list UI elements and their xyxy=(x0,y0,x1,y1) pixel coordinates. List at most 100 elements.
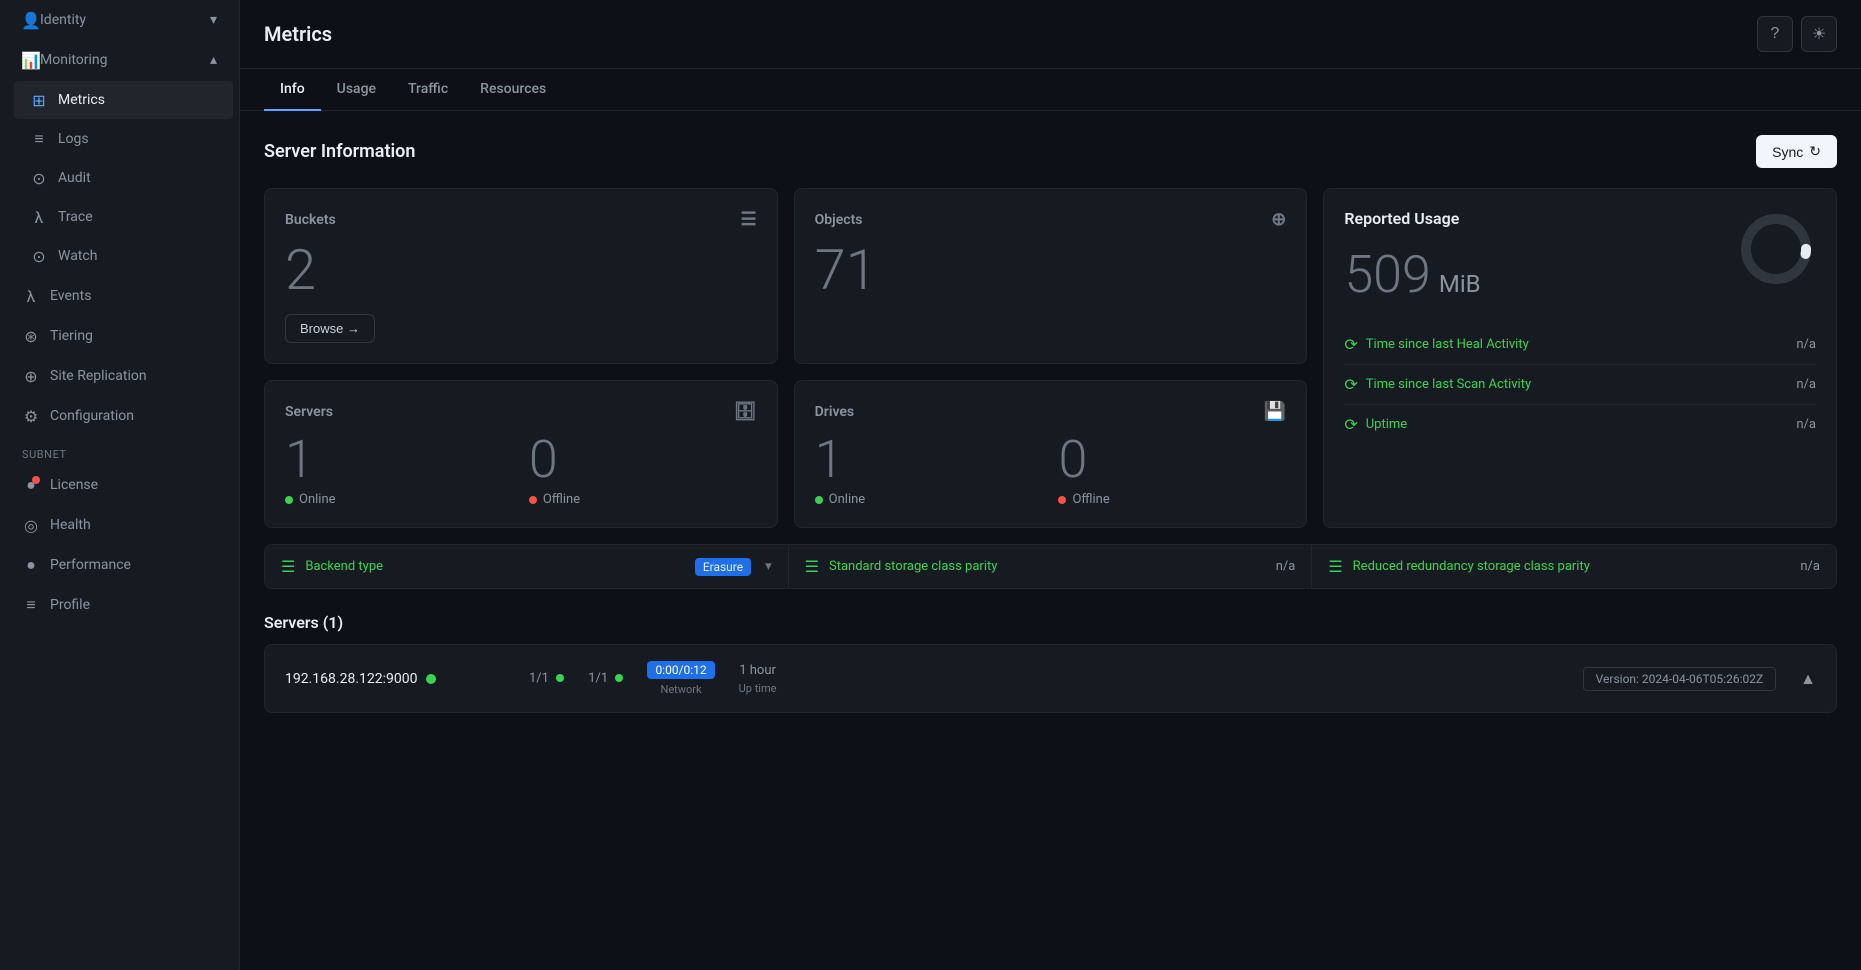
servers-offline-label: Offline xyxy=(529,492,757,507)
server-network-label: Network xyxy=(660,683,701,696)
servers-stats: 1 Online 0 Offline xyxy=(285,434,757,507)
backend-type-row: ☰ Backend type Erasure ▾ xyxy=(265,545,789,588)
tab-usage[interactable]: Usage xyxy=(321,69,392,111)
sidebar-item-audit[interactable]: ⊙ Audit xyxy=(14,159,233,197)
reported-usage-card: Reported Usage 509 MiB ⟳ xyxy=(1323,188,1837,528)
sidebar-item-metrics[interactable]: ⊞ Metrics xyxy=(14,81,233,119)
sidebar-item-trace[interactable]: λ Trace xyxy=(14,198,233,236)
sidebar-health-label: Health xyxy=(50,517,217,533)
scan-icon: ⟳ xyxy=(1344,375,1357,394)
sidebar-tiering-label: Tiering xyxy=(50,328,217,344)
site-replication-icon: ⊕ xyxy=(22,367,40,385)
drives-icon: 💾 xyxy=(1264,401,1286,422)
tab-traffic[interactable]: Traffic xyxy=(392,69,464,111)
sidebar-item-license[interactable]: ● License xyxy=(6,466,233,504)
reported-value: 509 xyxy=(1344,244,1431,305)
drives-card: Drives 💾 1 Online 0 xyxy=(794,380,1308,528)
drives-status-dot xyxy=(556,674,564,682)
reduced-parity-icon: ☰ xyxy=(1328,557,1342,576)
donut-chart-container xyxy=(1736,209,1816,293)
drives-online-stat: 1 Online xyxy=(815,434,1043,507)
sidebar-item-site-replication[interactable]: ⊕ Site Replication xyxy=(6,357,233,395)
backend-type-label: Backend type xyxy=(305,559,684,574)
logs-icon: ≡ xyxy=(30,130,48,148)
servers-title-text: Servers xyxy=(285,404,333,420)
servers-section-title: Servers (1) xyxy=(264,613,1837,632)
drives-offline-stat: 0 Offline xyxy=(1058,434,1286,507)
browse-button[interactable]: Browse → xyxy=(285,314,375,343)
standard-parity-icon: ☰ xyxy=(805,557,819,576)
help-button[interactable]: ? xyxy=(1757,16,1793,52)
heal-icon: ⟳ xyxy=(1344,335,1357,354)
audit-icon: ⊙ xyxy=(30,169,48,187)
sidebar-performance-label: Performance xyxy=(50,557,217,573)
sync-button[interactable]: Sync ↻ xyxy=(1756,135,1837,168)
monitoring-submenu: ⊞ Metrics ≡ Logs ⊙ Audit λ Trace ⊙ Watch xyxy=(0,80,239,276)
sidebar-events-label: Events xyxy=(50,288,217,304)
tab-resources[interactable]: Resources xyxy=(464,69,562,111)
buckets-card: Buckets ☰ 2 Browse → xyxy=(264,188,778,364)
sidebar-configuration-label: Configuration xyxy=(50,408,217,424)
reduced-parity-value: n/a xyxy=(1800,559,1820,574)
sidebar-logs-label: Logs xyxy=(58,131,217,147)
drives-online-label: Online xyxy=(815,492,1043,507)
drives-online-value: 1 xyxy=(815,434,1043,486)
monitoring-icon: 📊 xyxy=(22,51,40,69)
sidebar-identity-header[interactable]: 👤 Identity ▾ xyxy=(6,1,233,39)
sidebar-item-tiering[interactable]: ⊛ Tiering xyxy=(6,317,233,355)
uptime-value: n/a xyxy=(1796,417,1816,432)
objects-icon: ⊕ xyxy=(1271,209,1286,230)
backend-type-value: Erasure xyxy=(695,558,751,576)
uptime-icon: ⟳ xyxy=(1344,415,1357,434)
sidebar-metrics-label: Metrics xyxy=(58,92,217,108)
browse-label: Browse → xyxy=(300,321,360,336)
servers-online-stat: 1 Online xyxy=(285,434,513,507)
sidebar-item-profile[interactable]: ≡ Profile xyxy=(6,586,233,624)
drives-title-text: Drives xyxy=(815,404,854,420)
objects-title-text: Objects xyxy=(815,212,863,228)
sidebar-item-watch[interactable]: ⊙ Watch xyxy=(14,237,233,275)
sidebar-audit-label: Audit xyxy=(58,170,217,186)
reduced-parity-label: Reduced redundancy storage class parity xyxy=(1353,559,1791,574)
main-content: Metrics ? ☀ Info Usage Traffic Resources… xyxy=(240,0,1861,970)
servers-offline-value: 0 xyxy=(529,434,757,486)
tab-info[interactable]: Info xyxy=(264,69,321,111)
server-expand-button[interactable]: ▲ xyxy=(1800,668,1816,689)
server-network-num: 1/1 xyxy=(588,671,623,686)
theme-button[interactable]: ☀ xyxy=(1801,16,1837,52)
server-address: 192.168.28.122:9000 xyxy=(285,671,505,687)
scan-activity-value: n/a xyxy=(1796,377,1816,392)
drives-online-dot xyxy=(815,496,823,504)
license-icon: ● xyxy=(22,476,40,494)
server-address-text: 192.168.28.122:9000 xyxy=(285,671,418,687)
server-network-col: 1/1 xyxy=(588,671,623,686)
server-version-badge: Version: 2024-04-06T05:26:02Z xyxy=(1583,667,1777,691)
server-status-dot xyxy=(426,674,436,684)
sidebar-watch-label: Watch xyxy=(58,248,217,264)
section-header: Server Information Sync ↻ xyxy=(264,135,1837,168)
reported-unit: MiB xyxy=(1439,270,1481,298)
sidebar: 👤 Identity ▾ 📊 Monitoring ▴ ⊞ Metrics ≡ … xyxy=(0,0,240,970)
heal-activity-label: ⟳ Time since last Heal Activity xyxy=(1344,335,1528,354)
servers-online-value: 1 xyxy=(285,434,513,486)
sidebar-monitoring-header[interactable]: 📊 Monitoring ▴ xyxy=(6,41,233,79)
chevron-up-icon: ▲ xyxy=(1800,671,1816,688)
reduced-parity-row: ☰ Reduced redundancy storage class parit… xyxy=(1312,545,1836,588)
online-dot xyxy=(285,496,293,504)
sidebar-item-health[interactable]: ◎ Health xyxy=(6,506,233,544)
reported-usage-rows: ⟳ Time since last Heal Activity n/a ⟳ Ti… xyxy=(1344,325,1816,444)
sidebar-item-performance[interactable]: ● Performance xyxy=(6,546,233,584)
cards-grid: Buckets ☰ 2 Browse → Objects ⊕ 71 Report… xyxy=(264,188,1837,528)
buckets-title-text: Buckets xyxy=(285,212,336,228)
watch-icon: ⊙ xyxy=(30,247,48,265)
top-bar: Metrics ? ☀ xyxy=(240,0,1861,69)
servers-online-label: Online xyxy=(285,492,513,507)
top-bar-actions: ? ☀ xyxy=(1757,16,1837,52)
sidebar-item-events[interactable]: λ Events xyxy=(6,277,233,315)
server-drives-col: 1/1 xyxy=(529,671,564,686)
sidebar-item-logs[interactable]: ≡ Logs xyxy=(14,120,233,158)
servers-icon: 🗄 xyxy=(734,401,757,422)
donut-chart xyxy=(1736,209,1816,289)
sidebar-item-configuration[interactable]: ⚙ Configuration xyxy=(6,397,233,435)
buckets-card-title: Buckets ☰ xyxy=(285,209,757,230)
